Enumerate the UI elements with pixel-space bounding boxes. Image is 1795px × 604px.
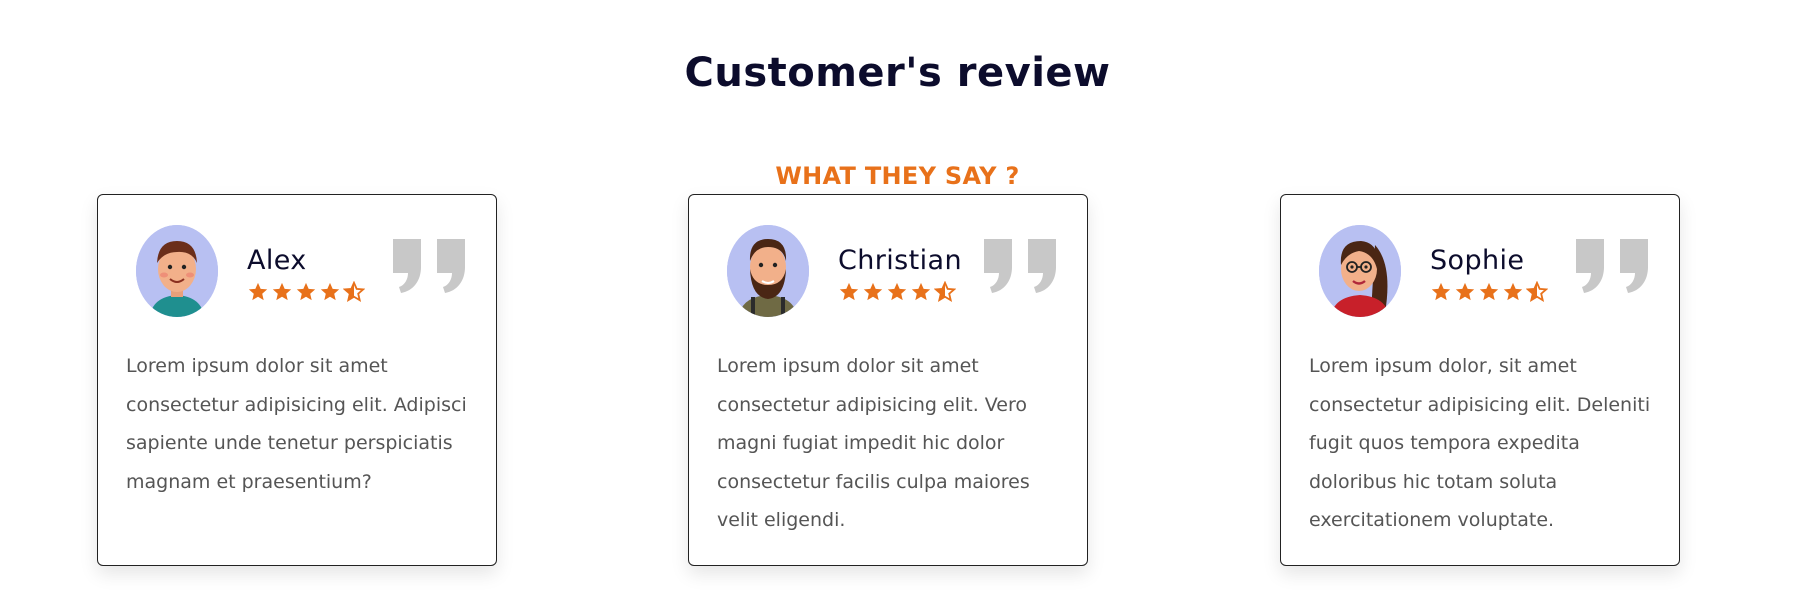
review-card: Sophie Lorem ipsum dolor, sit amet conse… xyxy=(1280,194,1680,566)
section-subtitle: WHAT THEY SAY ? xyxy=(775,162,1020,190)
review-text: Lorem ipsum dolor sit amet consectetur a… xyxy=(126,355,467,493)
star-icon xyxy=(863,282,883,301)
star-icon xyxy=(248,282,268,301)
star-icon xyxy=(1431,282,1451,301)
woman-avatar-icon xyxy=(1319,225,1401,317)
star-icon xyxy=(1479,282,1499,301)
quote-icon xyxy=(1576,239,1648,293)
section-title: Customer's review xyxy=(684,50,1111,96)
reviewer-name: Alex xyxy=(247,245,307,276)
review-text: Lorem ipsum dolor, sit amet consectetur … xyxy=(1309,355,1651,531)
star-rating xyxy=(838,281,956,303)
quote-icon xyxy=(393,239,465,293)
star-half-icon xyxy=(343,281,365,303)
star-rating xyxy=(247,281,365,303)
star-icon xyxy=(1503,282,1523,301)
star-icon xyxy=(272,282,292,301)
star-rating xyxy=(1430,281,1548,303)
star-icon xyxy=(320,282,340,301)
man-avatar-icon xyxy=(136,225,218,317)
reviewer-name: Sophie xyxy=(1430,245,1525,276)
star-icon xyxy=(839,282,859,301)
bearded-man-avatar-icon xyxy=(727,225,809,317)
reviewer-name: Christian xyxy=(838,245,962,276)
star-half-icon xyxy=(934,281,956,303)
review-cards: Alex Lorem ipsum dolor sit amet consecte… xyxy=(0,194,1795,566)
star-icon xyxy=(296,282,316,301)
reviews-section: Customer's review WHAT THEY SAY ? Alex L… xyxy=(0,0,1795,604)
star-icon xyxy=(887,282,907,301)
quote-icon xyxy=(984,239,1056,293)
review-text: Lorem ipsum dolor sit amet consectetur a… xyxy=(717,355,1030,531)
star-icon xyxy=(1455,282,1475,301)
star-icon xyxy=(911,282,931,301)
review-card: Christian Lorem ipsum dolor sit amet con… xyxy=(688,194,1088,566)
star-half-icon xyxy=(1526,281,1548,303)
review-card: Alex Lorem ipsum dolor sit amet consecte… xyxy=(97,194,497,566)
